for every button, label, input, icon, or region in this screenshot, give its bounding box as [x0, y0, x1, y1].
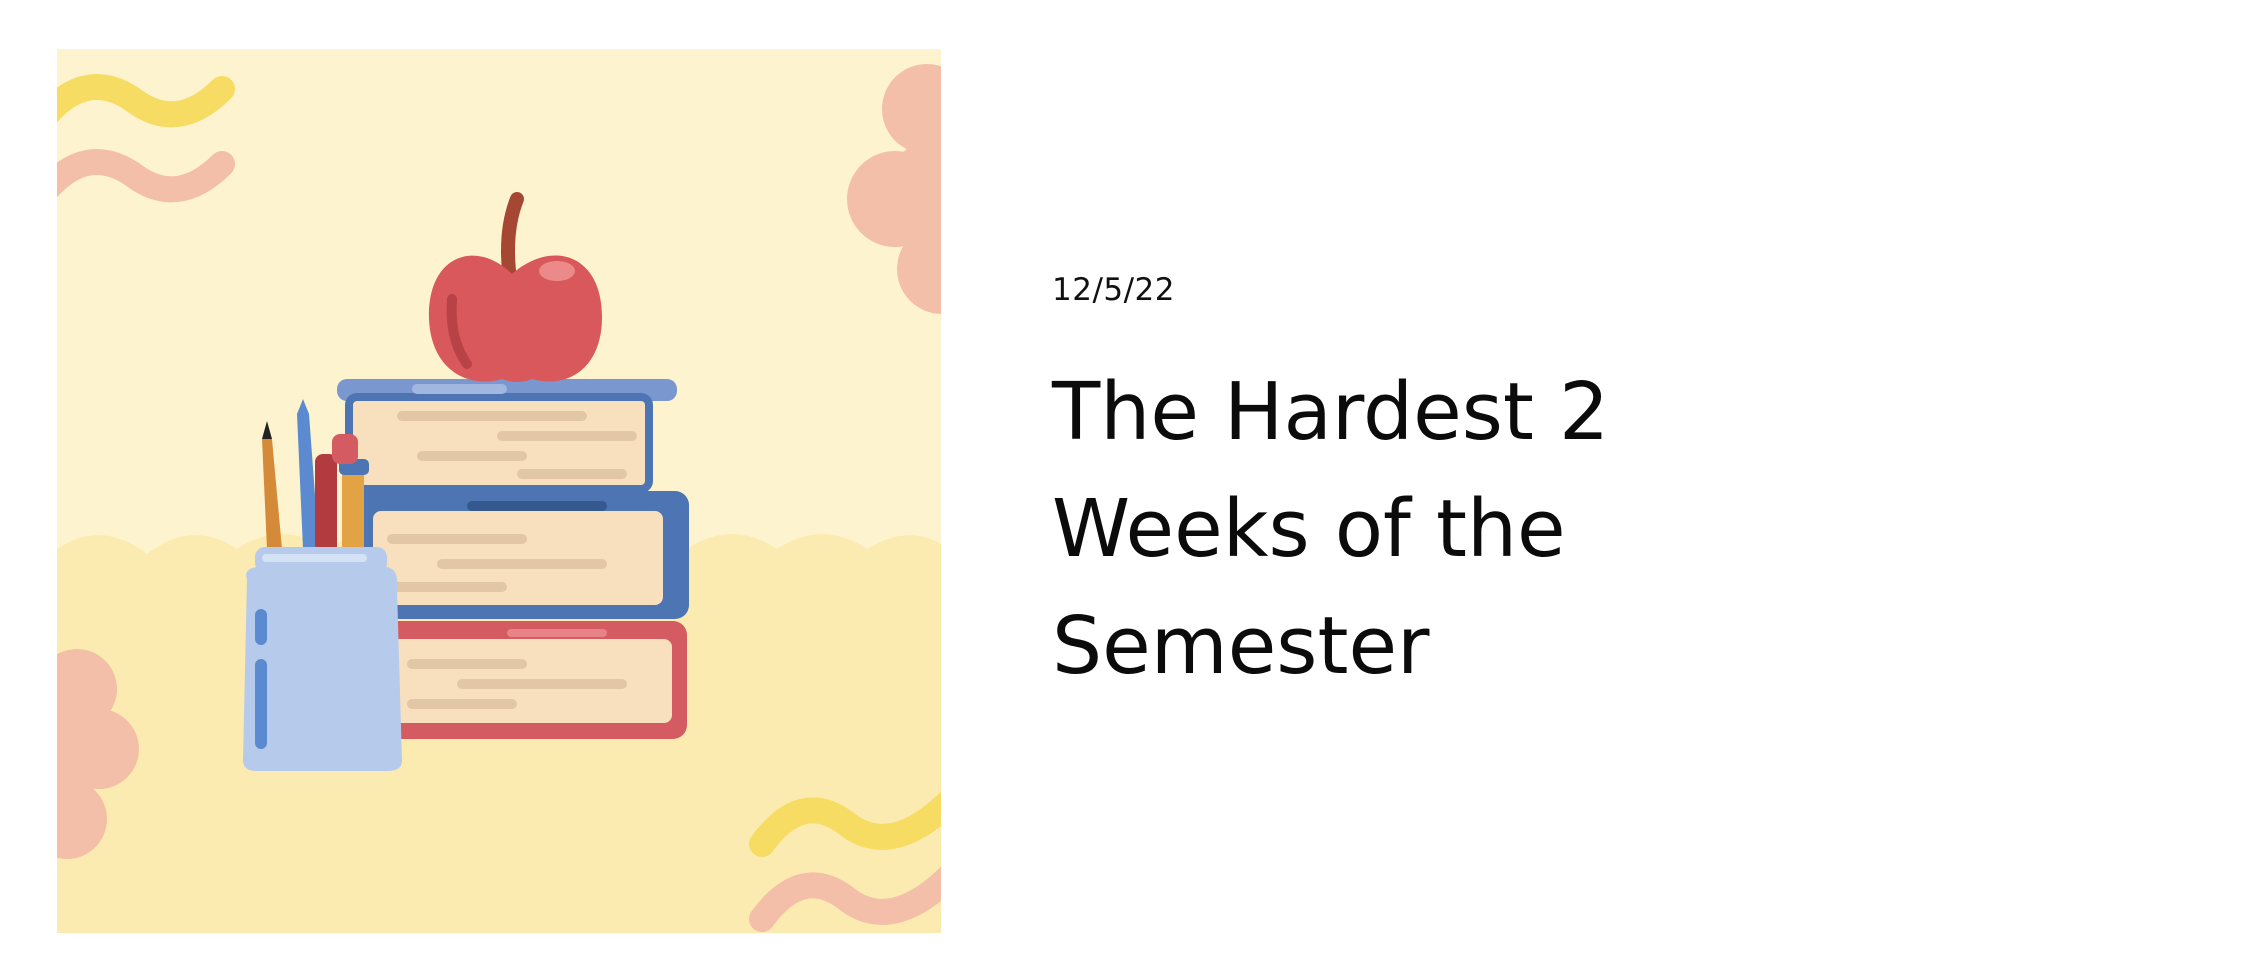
book-bottom-red [375, 621, 687, 739]
post-title-link[interactable]: The Hardest 2 Weeks of the Semester [1052, 354, 1672, 705]
post-meta: 12/5/22 The Hardest 2 Weeks of the Semes… [1052, 270, 2152, 705]
book-top [337, 379, 677, 493]
book-middle-blue [357, 491, 689, 619]
post-date: 12/5/22 [1052, 272, 1176, 308]
pencil-jar-icon [242, 547, 402, 771]
post-thumbnail-image[interactable] [57, 49, 941, 933]
books-apple-pencils-illustration [57, 49, 941, 933]
blog-post-card: 12/5/22 The Hardest 2 Weeks of the Semes… [0, 0, 2268, 978]
